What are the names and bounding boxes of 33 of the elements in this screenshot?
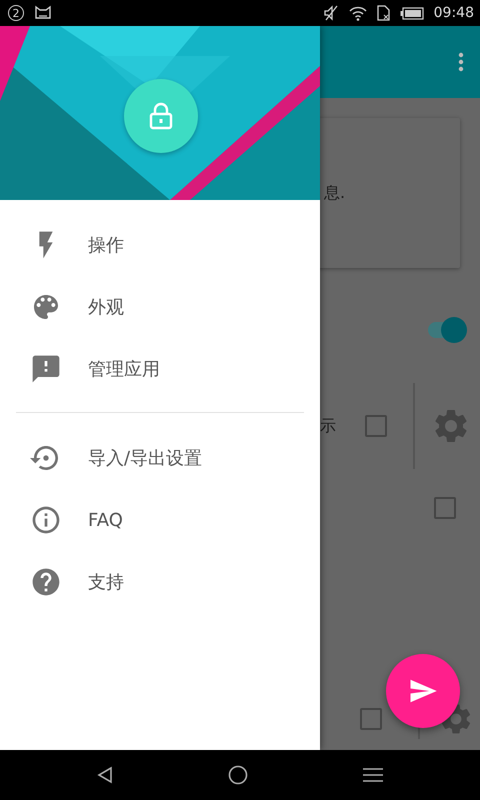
setting-label: 示 [320, 416, 337, 436]
menu-item-label: 管理应用 [88, 358, 160, 381]
checkbox[interactable] [434, 497, 456, 519]
overflow-menu-icon[interactable] [458, 52, 464, 72]
drawer-menu-item[interactable]: FAQ [0, 489, 320, 551]
menu-icon[interactable] [362, 767, 383, 783]
drawer-menu-item[interactable]: 支持 [0, 551, 320, 613]
home-icon[interactable] [228, 765, 248, 785]
menu-item-label: 外观 [88, 296, 124, 319]
notification-count: 2 [8, 5, 24, 21]
lock-icon [148, 102, 174, 130]
toggle-switch[interactable] [426, 316, 468, 344]
menu-item-label: 支持 [88, 571, 124, 594]
drawer-menu-item[interactable]: 操作 [0, 214, 320, 276]
back-icon[interactable] [97, 766, 114, 784]
checkbox[interactable] [365, 415, 387, 437]
drawer-menu-item[interactable]: 导入/导出设置 [0, 427, 320, 489]
alert-message-icon [30, 353, 62, 385]
menu-item-label: 导入/导出设置 [88, 447, 202, 470]
checkbox[interactable] [360, 708, 382, 730]
drawer-menu-item[interactable]: 管理应用 [0, 338, 320, 400]
drawer-menu-item[interactable]: 外观 [0, 276, 320, 338]
menu-item-label: 操作 [88, 234, 124, 257]
help-icon [30, 566, 62, 598]
clock-time: 09:48 [434, 5, 474, 21]
card-text: 息. [324, 182, 346, 204]
battery-icon [400, 6, 424, 20]
sim-card-icon [376, 5, 390, 21]
menu-item-label: FAQ [88, 510, 123, 530]
info-icon [30, 504, 62, 536]
wifi-icon [348, 6, 367, 20]
cat-face-icon [34, 5, 52, 21]
muted-speaker-icon [322, 5, 339, 21]
